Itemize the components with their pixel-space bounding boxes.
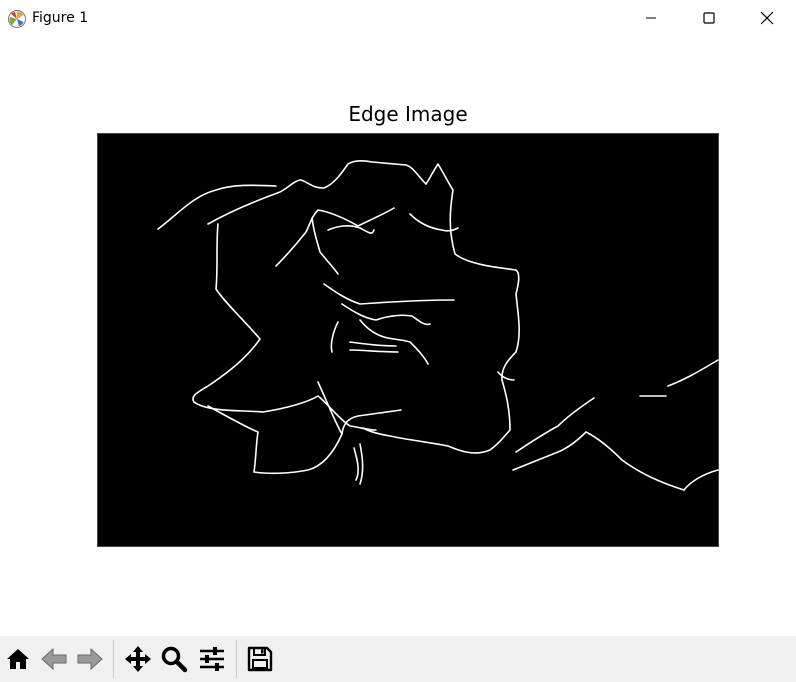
edge-image-axes[interactable] [97,133,719,547]
minimize-button[interactable] [622,0,680,36]
home-icon [7,649,29,669]
pan-button[interactable] [122,642,154,676]
close-icon [760,11,774,25]
edge-image [157,159,719,491]
maximize-icon [703,12,715,24]
window-title: Figure 1 [32,10,89,26]
home-button[interactable] [2,642,34,676]
toolbar-separator [113,640,114,678]
sliders-icon [200,647,224,671]
minimize-icon [646,17,656,19]
figure-title: Edge Image [348,102,468,126]
maximize-button[interactable] [680,0,738,36]
back-button[interactable] [38,642,70,676]
floppy-disk-icon [247,646,273,672]
move-icon [125,646,151,672]
back-arrow-icon [41,647,67,671]
forward-arrow-icon [77,647,103,671]
matplotlib-icon [7,9,27,29]
zoom-button[interactable] [158,642,190,676]
configure-subplots-button[interactable] [196,642,228,676]
magnifier-icon [161,646,188,673]
close-button[interactable] [738,0,796,36]
navigation-toolbar [0,636,796,682]
toolbar-separator [236,640,237,678]
save-button[interactable] [244,642,276,676]
forward-button[interactable] [74,642,106,676]
window-titlebar: Figure 1 [0,0,796,36]
